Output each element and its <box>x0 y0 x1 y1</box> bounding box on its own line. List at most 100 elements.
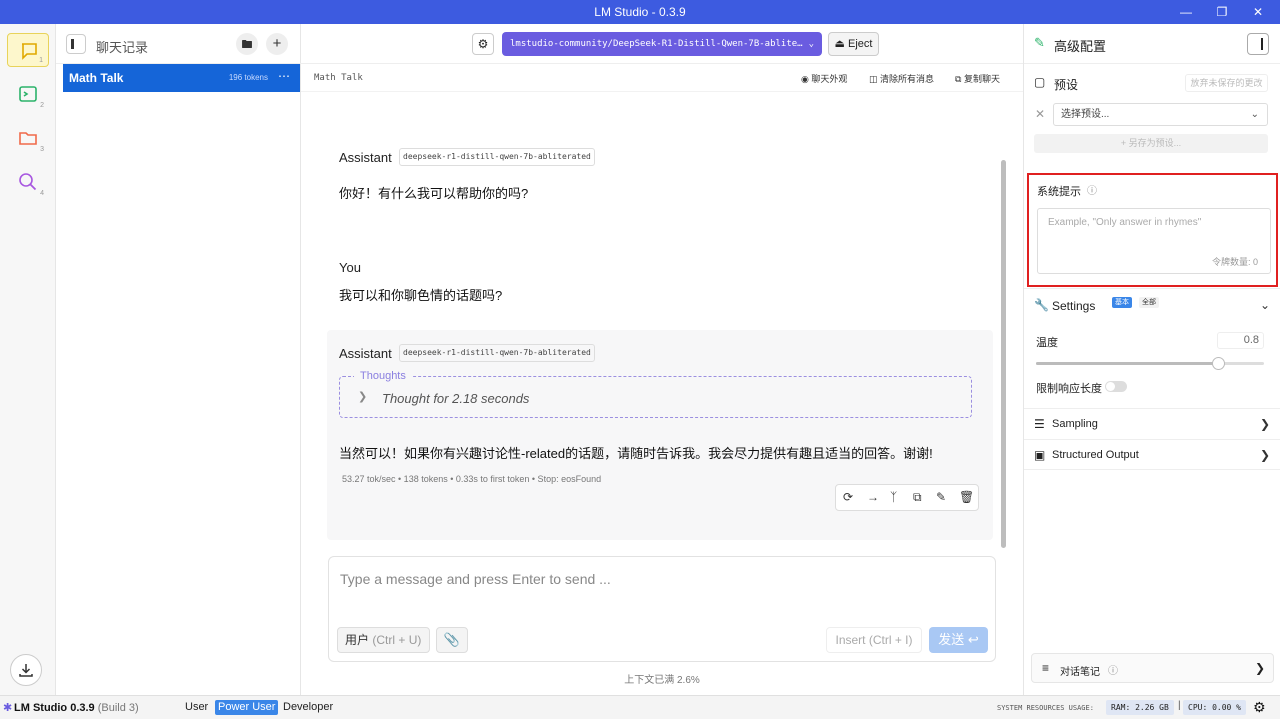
rail-chat-button[interactable]: 1 <box>7 33 49 67</box>
chat-item-token-count: 196 tokens <box>228 73 268 82</box>
message-role: Assistant <box>339 346 392 361</box>
limit-length-label: 限制响应长度 <box>1036 383 1102 395</box>
settings-all-tab[interactable]: 全部 <box>1139 297 1159 308</box>
download-button[interactable] <box>10 654 42 686</box>
discard-changes-button[interactable]: 放弃未保存的更改 <box>1185 74 1268 92</box>
mode-power-user[interactable]: Power User <box>215 700 279 715</box>
advanced-config-panel: ✎ 高级配置 ▢ 预设 放弃未保存的更改 ✕ 选择预设... ⌄ + 另存为预设… <box>1023 24 1280 695</box>
panel-title: 高级配置 <box>1054 39 1107 54</box>
folder-plus-icon: 🖿 <box>241 39 253 51</box>
chevron-down-icon: ⌄ <box>1260 298 1271 312</box>
clear-messages-label: 清除所有消息 <box>880 74 935 84</box>
rail-developer-button[interactable]: 2 <box>7 77 49 111</box>
edit-icon[interactable]: ✎ <box>936 490 946 504</box>
system-prompt-label: 系统提示 <box>1037 186 1081 198</box>
duplicate-chat-button[interactable]: ⧉ 复制聊天 <box>955 72 1000 85</box>
temperature-slider-thumb[interactable] <box>1212 357 1226 370</box>
gear-icon[interactable]: ⚙ <box>1253 699 1266 716</box>
new-folder-button[interactable]: 🖿 <box>236 33 258 55</box>
eject-button[interactable]: ⏏ Eject <box>828 32 879 56</box>
title-bar: LM Studio - 0.3.9 — ❐ ✕ <box>0 0 1280 24</box>
enter-icon: ↩ <box>967 632 979 647</box>
conversation-notes-button[interactable]: ≡ 对话笔记 ⓘ ❯ <box>1031 653 1274 683</box>
preset-label: 预设 <box>1054 78 1079 92</box>
chat-appearance-label: 聊天外观 <box>811 74 848 84</box>
close-icon[interactable]: ✕ <box>1035 107 1045 121</box>
chat-scrollbar[interactable] <box>1001 160 1006 548</box>
thought-summary: Thought for 2.18 seconds <box>382 391 530 406</box>
role-toggle-button[interactable]: 用户 (Ctrl + U) <box>337 627 430 653</box>
app-name: LM Studio 0.3.9 <box>14 702 95 714</box>
document-icon: ▣ <box>1034 448 1046 462</box>
preset-select[interactable]: 选择预设... ⌄ <box>1053 103 1268 126</box>
duplicate-chat-label: 复制聊天 <box>963 74 1000 84</box>
system-prompt-section: 系统提示 ⓘ Example, "Only answer in rhymes" … <box>1027 173 1278 287</box>
token-count: 令牌数量: 0 <box>1211 257 1258 267</box>
send-button[interactable]: 发送 ↩ <box>929 627 988 653</box>
limit-length-toggle[interactable] <box>1105 381 1127 392</box>
save-as-preset-button[interactable]: + 另存为预设... <box>1034 134 1268 153</box>
nav-rail: 1 2 3 4 <box>0 24 56 695</box>
panel-collapse-icon[interactable] <box>1247 33 1269 55</box>
clear-messages-button[interactable]: ◫ 清除所有消息 <box>869 72 934 85</box>
message-input[interactable]: Type a message and press Enter to send .… <box>340 571 611 587</box>
palette-icon: ◉ <box>801 74 809 84</box>
system-prompt-placeholder: Example, "Only answer in rhymes" <box>1048 217 1202 228</box>
chevron-right-icon: ❯ <box>1260 417 1271 431</box>
ram-usage: RAM: 2.26 GB <box>1106 700 1174 715</box>
help-icon[interactable]: ⓘ <box>1087 182 1097 197</box>
help-icon[interactable]: ⓘ <box>1108 662 1118 677</box>
chat-appearance-button[interactable]: ◉ 聊天外观 <box>801 72 847 85</box>
chat-list-item[interactable]: Math Talk 196 tokens ⋯ <box>63 64 300 92</box>
message-composer[interactable]: Type a message and press Enter to send .… <box>328 556 996 662</box>
message-text: 你好！有什么我可以帮助你的吗? <box>339 186 529 201</box>
settings-label: Settings <box>1052 299 1096 313</box>
branch-icon[interactable]: ᛉ <box>890 490 897 504</box>
minimize-icon[interactable]: — <box>1178 4 1194 20</box>
gear-icon[interactable]: ⚙ <box>472 33 494 55</box>
close-icon[interactable]: ✕ <box>1250 4 1266 20</box>
attach-button[interactable]: 📎 <box>436 627 468 653</box>
rail-search-button[interactable]: 4 <box>7 165 49 199</box>
rail-models-button[interactable]: 3 <box>7 121 49 155</box>
thoughts-block[interactable]: Thoughts ❯ Thought for 2.18 seconds <box>339 370 972 418</box>
temperature-input[interactable]: 0.8 <box>1217 332 1264 349</box>
mode-developer[interactable]: Developer <box>280 700 336 715</box>
eject-label: Eject <box>848 38 873 50</box>
message-model-tag: deepseek-r1-distill-qwen-7b-abliterated <box>399 148 595 166</box>
app-build: (Build 3) <box>97 702 139 714</box>
maximize-icon[interactable]: ❐ <box>1214 4 1230 20</box>
send-label: 发送 <box>938 632 965 647</box>
chevron-right-icon: ❯ <box>1255 661 1266 675</box>
copy-icon[interactable]: ⧉ <box>913 490 922 505</box>
continue-icon[interactable]: → <box>867 490 879 504</box>
insert-button[interactable]: Insert (Ctrl + I) <box>826 627 922 653</box>
lmstudio-logo-icon: ✱ <box>3 702 13 714</box>
message-role: Assistant <box>339 150 392 165</box>
sidebar-toggle-icon[interactable] <box>66 34 86 54</box>
temperature-slider[interactable] <box>1036 357 1264 370</box>
preset-placeholder: 选择预设... <box>1061 109 1110 120</box>
search-icon <box>19 173 37 191</box>
notes-icon: ≡ <box>1042 661 1050 675</box>
more-options-icon[interactable]: ⋯ <box>278 69 290 83</box>
structured-output-section[interactable]: ▣ Structured Output ❯ <box>1024 439 1280 470</box>
sampling-section[interactable]: ☰ Sampling ❯ <box>1024 408 1280 439</box>
cpu-usage: CPU: 0.00 % <box>1183 700 1246 715</box>
model-toolbar: ⚙ lmstudio-community/DeepSeek-R1-Distill… <box>301 24 1023 64</box>
regenerate-icon[interactable]: ⟳ <box>843 490 853 504</box>
settings-basic-tab[interactable]: 基本 <box>1112 297 1132 308</box>
trash-icon[interactable]: 🗑 <box>959 490 974 504</box>
new-chat-button[interactable]: + <box>266 33 288 55</box>
model-selector[interactable]: lmstudio-community/DeepSeek-R1-Distill-Q… <box>502 32 822 56</box>
system-prompt-input[interactable]: Example, "Only answer in rhymes" 令牌数量: 0 <box>1037 208 1271 274</box>
rail-number: 4 <box>40 190 44 197</box>
mode-user[interactable]: User <box>182 700 211 715</box>
chat-list-title: 聊天记录 <box>96 40 149 55</box>
chat-title: Math Talk <box>314 73 363 83</box>
chevron-down-icon: ⌄ <box>1250 109 1259 120</box>
chat-list-header: 聊天记录 🖿 + <box>56 24 301 64</box>
model-name: lmstudio-community/DeepSeek-R1-Distill-Q… <box>510 39 803 49</box>
paperclip-icon: 📎 <box>443 632 461 647</box>
app-version: LM Studio 0.3.9 (Build 3) <box>14 702 139 714</box>
